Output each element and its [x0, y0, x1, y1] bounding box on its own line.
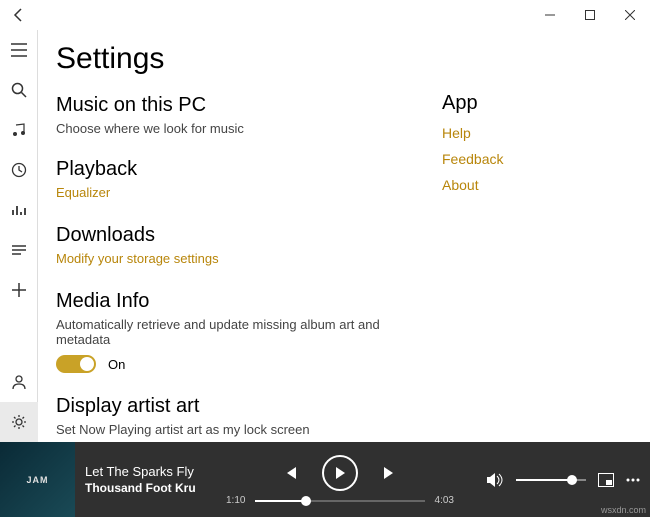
artist-art-section-title: Display artist art	[56, 395, 422, 418]
playlist-icon	[11, 242, 27, 258]
hamburger-icon	[11, 43, 27, 57]
music-section-title: Music on this PC	[56, 94, 422, 117]
music-section-desc: Choose where we look for music	[56, 121, 422, 136]
play-button[interactable]	[322, 455, 358, 491]
transport-controls	[278, 455, 402, 491]
window-controls	[530, 0, 650, 30]
help-link[interactable]: Help	[442, 125, 632, 141]
titlebar	[0, 0, 650, 30]
volume-fill	[516, 479, 572, 481]
equalizer-link[interactable]: Equalizer	[56, 185, 110, 200]
play-icon	[333, 466, 347, 480]
track-artist: Thousand Foot Kru	[85, 481, 220, 495]
search-icon	[11, 82, 27, 98]
page-title: Settings	[56, 42, 422, 76]
progress-slider[interactable]	[255, 500, 424, 502]
miniplayer-icon	[598, 473, 614, 487]
sidebar	[0, 30, 38, 442]
sidebar-music[interactable]	[0, 110, 38, 150]
track-title: Let The Sparks Fly	[85, 464, 220, 479]
sidebar-playlists[interactable]	[0, 230, 38, 270]
more-icon	[626, 478, 640, 482]
music-note-icon	[11, 122, 27, 138]
total-time: 4:03	[435, 495, 454, 506]
previous-button[interactable]	[278, 461, 302, 485]
playback-section-title: Playback	[56, 158, 422, 181]
track-info: Let The Sparks Fly Thousand Foot Kru	[75, 442, 220, 517]
maximize-button[interactable]	[570, 0, 610, 30]
player-bar: JAM Let The Sparks Fly Thousand Foot Kru…	[0, 442, 650, 517]
media-info-toggle-label: On	[108, 357, 125, 372]
next-button[interactable]	[378, 461, 402, 485]
media-info-section-title: Media Info	[56, 290, 422, 313]
sidebar-search[interactable]	[0, 70, 38, 110]
gear-icon	[11, 414, 27, 430]
sidebar-new-playlist[interactable]	[0, 270, 38, 310]
sidebar-recent[interactable]	[0, 150, 38, 190]
volume-button[interactable]	[486, 472, 504, 488]
elapsed-time: 1:10	[226, 495, 245, 506]
volume-icon	[486, 472, 504, 488]
storage-settings-link[interactable]: Modify your storage settings	[56, 251, 219, 266]
sidebar-now-playing[interactable]	[0, 190, 38, 230]
album-art-label: JAM	[26, 475, 48, 485]
about-link[interactable]: About	[442, 177, 632, 193]
close-icon	[625, 10, 635, 20]
feedback-link[interactable]: Feedback	[442, 151, 632, 167]
plus-icon	[12, 283, 26, 297]
clock-icon	[11, 162, 27, 178]
progress-fill	[255, 500, 306, 502]
artist-art-desc: Set Now Playing artist art as my lock sc…	[56, 422, 422, 437]
content-area: Settings Music on this PC Choose where w…	[38, 30, 650, 442]
back-button[interactable]	[0, 0, 38, 30]
previous-icon	[282, 465, 298, 481]
media-info-desc: Automatically retrieve and update missin…	[56, 317, 422, 347]
maximize-icon	[585, 10, 595, 20]
app-section-title: App	[442, 92, 632, 115]
minimize-button[interactable]	[530, 0, 570, 30]
next-icon	[382, 465, 398, 481]
close-button[interactable]	[610, 0, 650, 30]
minimize-icon	[545, 10, 555, 20]
person-icon	[11, 374, 27, 390]
miniplayer-button[interactable]	[598, 473, 614, 487]
album-art[interactable]: JAM	[0, 442, 75, 517]
watermark: wsxdn.com	[601, 505, 646, 515]
back-arrow-icon	[11, 7, 27, 23]
progress-thumb	[301, 496, 311, 506]
sidebar-settings[interactable]	[0, 402, 38, 442]
downloads-section-title: Downloads	[56, 224, 422, 247]
sidebar-hamburger[interactable]	[0, 30, 38, 70]
volume-slider[interactable]	[516, 479, 586, 481]
sidebar-account[interactable]	[0, 362, 38, 402]
more-button[interactable]	[626, 478, 640, 482]
bars-icon	[11, 202, 27, 218]
volume-thumb	[567, 475, 577, 485]
media-info-toggle[interactable]	[56, 355, 96, 373]
